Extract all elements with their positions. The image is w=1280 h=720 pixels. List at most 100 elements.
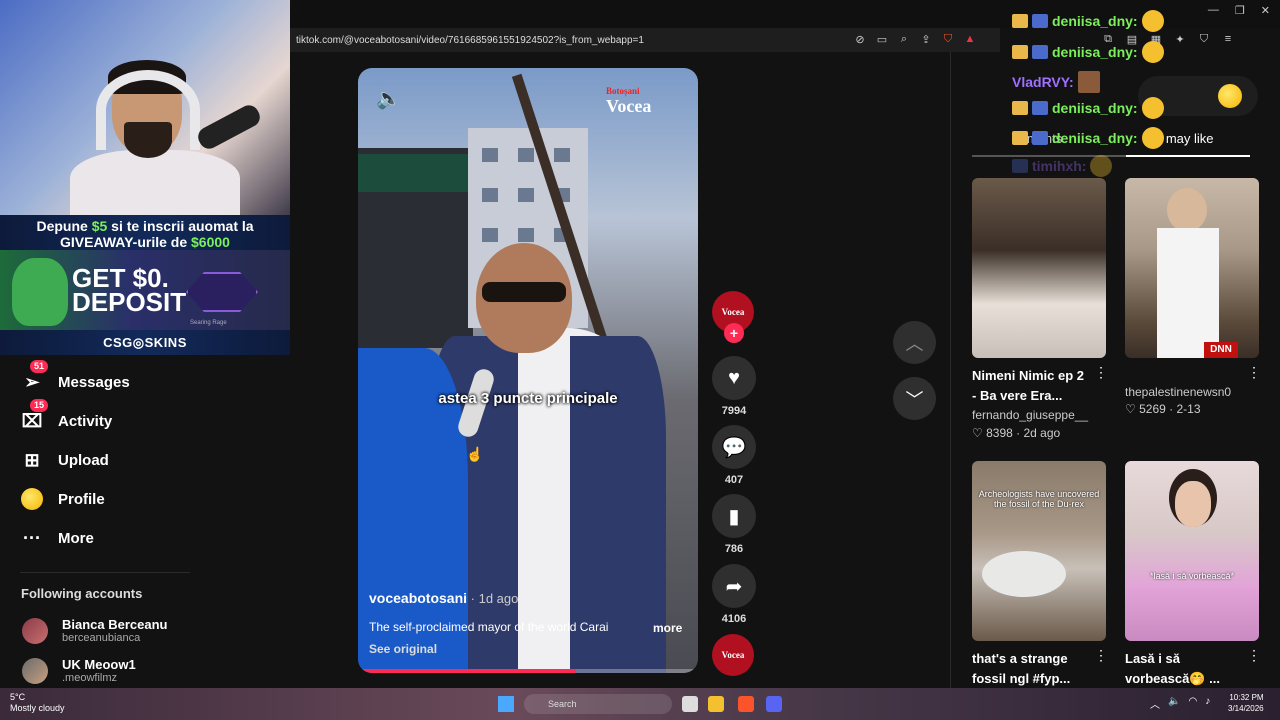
share-arrow-icon[interactable]: ➦ — [712, 564, 756, 608]
tab-you-may-like[interactable]: u may like — [1155, 131, 1214, 146]
heart-icon[interactable]: ♥ — [712, 356, 756, 400]
brave-rewards-icon[interactable]: ▲ — [962, 31, 978, 47]
channel-watermark: Botoșani Vocea — [606, 86, 652, 116]
sidebar-item-upload[interactable]: ⊞ Upload — [20, 448, 108, 472]
recommended-video-title[interactable]: Nimeni Nimic ep 2- Ba vere Era... — [972, 366, 1084, 406]
screen: — ❐ ✕ tiktok.com/@voceabotosani/video/76… — [0, 0, 1280, 720]
chat-username: deniisa_dny: — [1052, 100, 1138, 116]
brave-shield-icon[interactable]: ⛉ — [940, 31, 956, 47]
save-count: 786 — [724, 543, 744, 555]
cast-icon[interactable]: ▭ — [874, 31, 890, 47]
next-video-button[interactable]: ﹀ — [893, 377, 936, 420]
recommended-video-title[interactable]: Lasă i să vorbească🤭 ... — [1125, 649, 1220, 689]
follow-button[interactable]: + — [724, 323, 744, 343]
crown-badge-icon — [1012, 131, 1028, 145]
tab-underline-active — [1126, 155, 1250, 157]
more-options-icon[interactable]: ⋮ — [1247, 647, 1261, 664]
menu-icon[interactable]: ≡ — [1220, 31, 1236, 47]
video-description: The self-proclaimed mayor of the world C… — [369, 620, 609, 634]
more-options-icon[interactable]: ⋮ — [1247, 364, 1261, 381]
zoom-icon[interactable]: ⌕ — [896, 31, 912, 47]
chat-username: VladRVY: — [1012, 74, 1074, 90]
share-icon[interactable]: ⇪ — [918, 31, 934, 47]
promo-mascot — [12, 258, 68, 326]
music-disc-icon[interactable]: Vocea — [712, 634, 754, 676]
wifi-icon[interactable]: ◠ — [1188, 696, 1197, 711]
comment-action[interactable]: 💬 407 — [712, 425, 756, 495]
description-more-button[interactable]: more — [653, 621, 682, 635]
recommended-video-stats: ♡ 8398 · 2d ago — [972, 426, 1061, 440]
previous-video-button[interactable]: ︿ — [893, 321, 936, 364]
music-disc[interactable]: Vocea — [712, 634, 754, 676]
share-count: 4106 — [721, 613, 747, 625]
brave-browser-icon[interactable] — [738, 696, 754, 712]
following-accounts-title: Following accounts — [21, 586, 143, 601]
see-original-button[interactable]: See original — [369, 642, 437, 656]
video-player[interactable]: 🔈 Botoșani Vocea astea 3 puncte principal… — [358, 68, 698, 673]
video-progress-bar[interactable] — [358, 669, 698, 673]
comment-icon[interactable]: 💬 — [712, 425, 756, 469]
recommended-video-thumbnail[interactable] — [972, 178, 1106, 358]
promo-line-1: Depune $5 si te inscrii auomat la — [36, 218, 254, 234]
video-author[interactable]: voceabotosani · 1d ago — [369, 590, 518, 606]
restore-button[interactable]: ❐ — [1235, 4, 1245, 17]
following-account[interactable]: Bianca Berceanu berceanubianca — [22, 617, 168, 644]
account-name: Bianca Berceanu — [62, 617, 168, 632]
following-account[interactable]: UK Meoow1 .meowfilmz — [22, 657, 136, 684]
chat-message: timihxh: — [1012, 155, 1113, 177]
streamer-shirt — [70, 150, 240, 220]
profile-avatar — [20, 487, 44, 511]
scene-shop-sign — [358, 154, 476, 192]
sidebar-item-messages[interactable]: ➢ 51 Messages — [20, 360, 130, 394]
laughing-emote-icon — [1141, 41, 1164, 63]
close-window-button[interactable]: ✕ — [1261, 4, 1270, 17]
recommended-video-thumbnail[interactable]: DNN — [1125, 178, 1259, 358]
leo-ai-icon[interactable]: ✦ — [1172, 31, 1188, 47]
windows-start-icon[interactable] — [498, 696, 514, 712]
recommended-video-author[interactable]: thepalestinenewsn0 — [1125, 382, 1231, 402]
chat-username: timihxh: — [1032, 158, 1087, 174]
volume-icon[interactable]: 🔈 — [1168, 696, 1180, 711]
task-view-icon[interactable] — [682, 696, 698, 712]
like-count: 7994 — [721, 405, 747, 417]
more-options-icon[interactable]: ⋮ — [1094, 647, 1108, 664]
chevron-up-icon[interactable]: ︿ — [1150, 696, 1160, 711]
sidebar-item-profile[interactable]: Profile — [20, 487, 105, 511]
account-handle: berceanubianca — [62, 632, 141, 644]
recommended-video-title[interactable]: that's a strange fossil ngl #fyp... — [972, 649, 1070, 689]
vpn-icon[interactable]: ⛉ — [1196, 31, 1212, 47]
discord-icon[interactable] — [766, 696, 782, 712]
share-action[interactable]: ➦ 4106 — [712, 564, 756, 634]
save-action[interactable]: ▮ 786 — [712, 494, 756, 564]
taskbar-search[interactable]: Search — [524, 694, 672, 714]
no-tracking-icon[interactable]: ⊘ — [852, 31, 868, 47]
sidebar-item-activity[interactable]: ⌧ 15 Activity — [20, 399, 112, 433]
recommended-video-author[interactable]: fernando_giuseppe__ — [972, 408, 1088, 422]
weather-widget[interactable]: 5°C Mostly cloudy — [10, 692, 65, 714]
chat-message: VladRVY: — [1012, 71, 1100, 93]
sidebar-item-more[interactable]: ··· More — [20, 526, 94, 550]
weather-condition: Mostly cloudy — [10, 703, 65, 713]
file-explorer-icon[interactable] — [708, 696, 724, 712]
plus-square-icon: ⊞ — [24, 449, 40, 470]
account-handle: .meowfilmz — [62, 672, 118, 684]
sub-badge-icon — [1032, 131, 1048, 145]
url-text: tiktok.com/@voceabotosani/video/76166859… — [296, 34, 644, 46]
taskbar-clock[interactable]: 10:32 PM 3/14/2026 — [1228, 692, 1264, 714]
volume-icon[interactable]: 🔈 — [376, 86, 401, 111]
windows-taskbar: 5°C Mostly cloudy Search ︿ 🔈 ◠ ♪ 10:32 PM… — [0, 688, 1280, 720]
speaker-icon[interactable]: ♪ — [1205, 696, 1210, 711]
like-action[interactable]: ♥ 7994 — [712, 356, 756, 426]
creator-avatar-area[interactable]: Vocea + — [712, 291, 756, 345]
mini-player-avatar[interactable] — [1218, 84, 1242, 108]
system-tray: ︿ 🔈 ◠ ♪ — [1150, 696, 1210, 711]
promo-brand: CSG◎SKINS — [103, 335, 187, 350]
bookmark-icon[interactable]: ▮ — [712, 494, 756, 538]
recommended-video-thumbnail[interactable]: Archeologists have uncovered the fossil … — [972, 461, 1106, 641]
address-bar-actions: ⊘ ▭ ⌕ ⇪ ⛉ ▲ — [852, 31, 978, 47]
more-options-icon[interactable]: ⋮ — [1094, 364, 1108, 381]
recommended-video-thumbnail[interactable]: *lasă i să vorbească* — [1125, 461, 1259, 641]
minimize-button[interactable]: — — [1208, 4, 1219, 17]
crown-badge-icon — [1012, 14, 1028, 28]
more-dots-icon: ··· — [23, 527, 41, 548]
